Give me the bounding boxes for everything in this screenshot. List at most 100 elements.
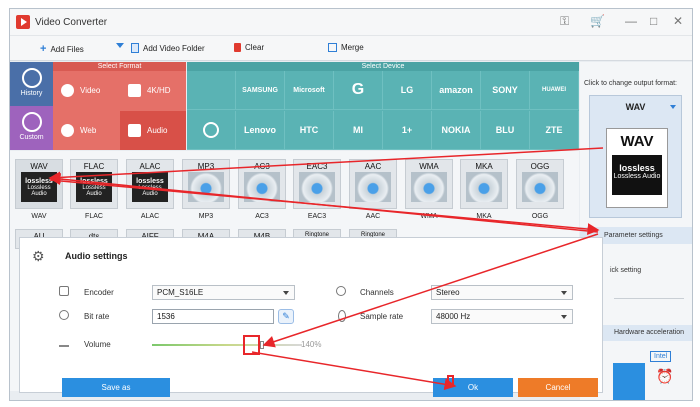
left-nav: History Custom — [10, 62, 53, 150]
lossless-badge-icon: lossless Lossless Audio — [612, 155, 662, 195]
lossless-sub: Lossless Audio — [27, 185, 51, 197]
device-zte[interactable]: ZTE — [530, 111, 579, 150]
disc-icon — [466, 172, 502, 202]
maximize-button[interactable]: □ — [650, 14, 657, 28]
volume-label: Volume — [84, 340, 111, 349]
history-button[interactable]: History — [10, 62, 53, 106]
device-lg[interactable]: LG — [383, 71, 432, 110]
4k-icon — [128, 84, 141, 97]
web-format-label: Web — [80, 126, 97, 135]
format-card-eac3[interactable]: EAC3 — [293, 159, 341, 209]
format-card-mka[interactable]: MKA — [460, 159, 508, 209]
add-video-folder-button[interactable]: Add Video Folder — [131, 43, 205, 53]
format-card-label: AAC — [364, 162, 382, 171]
volume-knob-highlight — [243, 335, 260, 355]
alarm-clock-icon[interactable]: ⏰ — [652, 368, 678, 390]
chevron-down-icon — [561, 291, 567, 295]
device-blu[interactable]: BLU — [481, 111, 530, 150]
device-microsoft[interactable]: Microsoft — [285, 71, 334, 110]
web-format-button[interactable]: Web — [53, 111, 119, 150]
format-card-ac3[interactable]: AC3 — [238, 159, 286, 209]
volume-percent: 140% — [301, 340, 322, 349]
quick-setting-slider[interactable] — [614, 298, 684, 299]
device-nokia[interactable]: NOKIA — [432, 111, 481, 150]
format-card-flac[interactable]: FLAC lossless Lossless Audio — [70, 159, 118, 209]
format-name-eac3: EAC3 — [307, 213, 327, 220]
ok-button[interactable]: Ok — [433, 378, 513, 397]
cancel-button[interactable]: Cancel — [518, 378, 598, 397]
format-name-flac: FLAC — [85, 213, 103, 220]
chevron-down-icon — [561, 315, 567, 319]
history-label: History — [20, 90, 43, 97]
clear-button[interactable]: Clear — [234, 43, 264, 52]
audio-format-label: Audio — [147, 126, 168, 135]
custom-button[interactable]: Custom — [10, 106, 53, 150]
bitrate-label: Bit rate — [84, 312, 110, 321]
device-huawei[interactable]: HUAWEI — [530, 71, 579, 110]
add-files-dropdown[interactable] — [116, 43, 124, 48]
format-card-label: WAV — [30, 162, 48, 171]
app-logo-icon — [16, 15, 30, 29]
samplerate-label: Sample rate — [360, 312, 404, 321]
intel-badge[interactable]: Intel — [650, 351, 672, 362]
dropdown-arrow-icon — [116, 43, 124, 48]
format-name-mp3: MP3 — [198, 213, 214, 220]
volume-slider-knob[interactable] — [259, 341, 264, 349]
lossless-sub: Lossless Audio — [82, 185, 106, 197]
encoder-label: Encoder — [84, 288, 114, 297]
run-button-edge[interactable] — [613, 363, 645, 400]
add-video-folder-label: Add Video Folder — [143, 43, 205, 53]
custom-gear-icon — [21, 112, 42, 132]
format-card-label: MKA — [475, 162, 493, 171]
dialog-title: Audio settings — [65, 251, 128, 261]
audio-settings-gear-icon: ⚙ — [32, 248, 45, 264]
custom-label: Custom — [19, 134, 44, 141]
minimize-button[interactable]: — — [625, 14, 637, 28]
key-icon[interactable]: ⚿ — [560, 14, 569, 29]
cart-icon[interactable]: 🛒 — [590, 14, 605, 28]
device-samsung[interactable]: SAMSUNG — [236, 71, 285, 110]
device-htc[interactable]: HTC — [285, 111, 334, 150]
channels-select[interactable]: Stereo — [431, 285, 573, 300]
video-format-label: Video — [80, 86, 101, 95]
ok-button-highlight — [447, 375, 454, 385]
device-amazon[interactable]: amazon — [432, 71, 481, 110]
device-lenovo[interactable]: Lenovo — [236, 111, 285, 150]
device-oneplus[interactable]: 1+ — [383, 111, 432, 150]
speaker-icon — [59, 286, 69, 296]
plus-icon: + — [40, 43, 47, 55]
format-card-mp3[interactable]: MP3 — [182, 159, 230, 209]
bitrate-input[interactable]: 1536 — [152, 309, 274, 324]
encoder-select[interactable]: PCM_S16LE — [152, 285, 295, 300]
format-card-ogg[interactable]: OGG — [516, 159, 564, 209]
device-sony[interactable]: SONY — [481, 71, 530, 110]
add-files-label: Add Files — [50, 44, 84, 54]
lossless-brand: lossless — [80, 178, 108, 185]
add-files-button[interactable]: + Add Files — [40, 43, 84, 55]
device-google[interactable]: G — [334, 71, 383, 110]
merge-button[interactable]: Merge — [328, 43, 364, 52]
device-mi[interactable]: MI — [334, 111, 383, 150]
device-motorola[interactable] — [187, 111, 236, 150]
samplerate-select[interactable]: 48000 Hz — [431, 309, 573, 324]
video-format-button[interactable]: Video — [53, 71, 119, 110]
volume-slider[interactable] — [152, 344, 302, 346]
close-button[interactable]: ✕ — [673, 14, 683, 28]
output-format-selector[interactable]: WAV WAV lossless Lossless Audio — [589, 95, 682, 218]
format-card-label: AC3 — [254, 162, 270, 171]
audio-format-button[interactable]: Audio — [120, 111, 186, 150]
lossless-sub: Lossless Audio — [138, 185, 162, 197]
format-card-alac[interactable]: ALAC lossless Lossless Audio — [126, 159, 174, 209]
lossless-badge-icon: lossless Lossless Audio — [132, 172, 168, 202]
clear-label: Clear — [245, 43, 265, 52]
format-card-wma[interactable]: WMA — [405, 159, 453, 209]
save-as-button[interactable]: Save as — [62, 378, 170, 397]
format-card-wav[interactable]: WAV lossless Lossless Audio — [15, 159, 63, 209]
edit-bitrate-button[interactable]: ✎ — [278, 309, 294, 324]
format-card-aac[interactable]: AAC — [349, 159, 397, 209]
format-card-label: MP3 — [197, 162, 215, 171]
select-format-header: Select Format — [53, 62, 186, 71]
device-apple[interactable] — [187, 71, 236, 110]
motorola-icon — [203, 122, 219, 138]
4khd-format-button[interactable]: 4K/HD — [120, 71, 186, 110]
